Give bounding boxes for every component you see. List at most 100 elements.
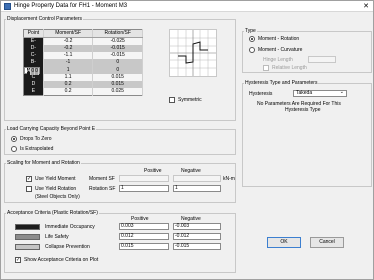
point-cell: D xyxy=(23,80,44,89)
chevron-down-icon: ⌄ xyxy=(339,89,344,95)
relative-length-checkbox[interactable] xyxy=(263,65,269,71)
rotation-cell[interactable]: -0.015 xyxy=(92,45,143,53)
rotation-cell[interactable]: 0 xyxy=(34,67,39,75)
is-extrapolated-label: Is Extrapolated xyxy=(20,146,54,152)
moment-cell[interactable]: -0.2 xyxy=(43,37,94,45)
immediate-occupancy-label: Immediate Occupancy xyxy=(45,224,95,230)
symmetric-checkbox[interactable] xyxy=(169,97,175,103)
hysteresis-select[interactable]: Takeda ⌄ xyxy=(293,90,347,97)
hinge-property-dialog: Hinge Property Data for FH1 - Moment M3 … xyxy=(0,0,374,280)
hinge-curve-svg xyxy=(170,30,216,76)
table-row[interactable]: C 1.1 0.015 xyxy=(23,73,143,81)
hysteresis-group-label: Hysteresis Type and Parameters xyxy=(244,80,319,86)
moment-cell[interactable]: -0.2 xyxy=(43,45,94,53)
cancel-button[interactable]: Cancel xyxy=(310,237,344,248)
hinge-length-input[interactable] xyxy=(308,56,336,63)
check-mark-icon: ✓ xyxy=(16,257,21,263)
rotation-cell[interactable]: 0.015 xyxy=(92,80,143,89)
hysteresis-field-label: Hysteresis xyxy=(249,91,273,97)
use-yield-rotation-checkbox[interactable] xyxy=(26,186,32,192)
moment-cell[interactable]: 0 xyxy=(30,67,36,75)
collapse-prevention-negative-input[interactable]: -0.015 xyxy=(173,243,221,250)
displacement-table[interactable]: Point Moment/SF Rotation/SF E- -0.2 -0.025… xyxy=(23,29,143,97)
drops-to-zero-radio[interactable] xyxy=(11,136,17,142)
hinge-curve-plot xyxy=(169,29,217,77)
check-mark-icon: ✓ xyxy=(27,176,32,182)
ok-button[interactable]: OK xyxy=(267,237,301,248)
point-cell: B- xyxy=(23,59,44,67)
point-cell: C xyxy=(23,73,44,81)
point-cell: D- xyxy=(23,45,44,53)
moment-curvature-label: Moment - Curvature xyxy=(258,47,303,53)
show-acceptance-label: Show Acceptance Criteria on Plot xyxy=(24,257,99,263)
moment-cell[interactable]: -1.1 xyxy=(43,52,94,60)
dialog-title: Hinge Property Data for FH1 - Moment M3 xyxy=(14,3,128,9)
scaling-positive-header: Positive xyxy=(144,168,162,174)
table-row[interactable]: C- -1.1 -0.015 xyxy=(23,52,143,60)
moment-units-label: kN-m xyxy=(223,176,235,182)
table-row[interactable]: B- -1 0 xyxy=(23,59,143,67)
acceptance-negative-header: Negative xyxy=(181,216,201,222)
moment-curvature-radio[interactable] xyxy=(249,47,255,53)
hysteresis-note-line2: Hysteresis Type xyxy=(285,107,321,113)
life-safety-negative-input[interactable]: -0.012 xyxy=(173,233,221,240)
displacement-group-label: Displacement Control Parameters xyxy=(6,16,84,22)
moment-sf-label: Moment SF xyxy=(89,176,115,182)
immediate-occupancy-positive-input[interactable]: 0.003 xyxy=(119,223,169,230)
hysteresis-group xyxy=(242,83,372,187)
moment-sf-positive-input[interactable] xyxy=(119,175,169,182)
moment-cell[interactable]: 0.2 xyxy=(43,88,94,96)
rotation-sf-positive-input[interactable]: 1 xyxy=(119,185,169,192)
steel-only-label: (Steel Objects Only) xyxy=(35,194,80,200)
acceptance-group-label: Acceptance Criteria (Plastic Rotation/SF… xyxy=(6,210,99,216)
collapse-prevention-label: Collapse Prevention xyxy=(45,244,90,250)
column-header-point: Point xyxy=(23,29,44,38)
rotation-sf-label: Rotation SF xyxy=(89,186,116,192)
table-row[interactable]: B10 xyxy=(23,66,143,74)
moment-sf-negative-input[interactable] xyxy=(173,175,221,182)
table-row[interactable]: E 0.2 0.025 xyxy=(23,88,143,96)
type-group-label: Type xyxy=(244,28,257,34)
collapse-prevention-swatch[interactable] xyxy=(15,244,40,250)
rotation-cell[interactable]: -0.015 xyxy=(92,52,143,60)
scaling-group-label: Scaling for Moment and Rotation xyxy=(6,160,81,166)
table-row[interactable]: A00 xyxy=(24,66,40,75)
close-icon[interactable]: ✕ xyxy=(363,2,369,10)
scaling-negative-header: Negative xyxy=(181,168,201,174)
table-row[interactable]: D 0.2 0.015 xyxy=(23,80,143,89)
point-cell: C- xyxy=(23,52,44,60)
table-row[interactable]: E- -0.2 -0.025 xyxy=(23,37,143,45)
moment-cell[interactable]: 1.1 xyxy=(43,73,94,81)
immediate-occupancy-swatch[interactable] xyxy=(15,224,40,230)
hinge-length-label: Hinge Length xyxy=(263,57,293,63)
point-cell: E xyxy=(23,88,44,96)
is-extrapolated-radio[interactable] xyxy=(11,146,17,152)
rotation-cell[interactable]: -0.025 xyxy=(92,37,143,45)
use-yield-rotation-label: Use Yield Rotation xyxy=(35,186,77,192)
app-icon xyxy=(4,3,11,10)
life-safety-positive-input[interactable]: 0.012 xyxy=(119,233,169,240)
moment-rotation-radio[interactable] xyxy=(249,36,255,42)
drops-to-zero-label: Drops To Zero xyxy=(20,136,52,142)
rotation-cell[interactable]: 0.015 xyxy=(92,73,143,81)
load-capacity-group-label: Load Carrying Capacity Beyond Point E xyxy=(6,126,97,132)
acceptance-positive-header: Positive xyxy=(131,216,149,222)
rotation-cell[interactable]: 0 xyxy=(92,59,143,67)
hysteresis-value: Takeda xyxy=(296,90,313,96)
relative-length-label: Relative Length xyxy=(272,65,307,71)
rotation-cell[interactable]: 0.025 xyxy=(92,88,143,96)
use-yield-moment-label: Use Yield Moment xyxy=(35,176,76,182)
column-header-moment: Moment/SF xyxy=(43,29,94,38)
rotation-cell[interactable]: 0 xyxy=(92,66,143,74)
table-row[interactable]: D- -0.2 -0.015 xyxy=(23,45,143,53)
moment-cell[interactable]: 0.2 xyxy=(43,80,94,89)
life-safety-swatch[interactable] xyxy=(15,234,40,240)
moment-cell[interactable]: 1 xyxy=(43,66,94,74)
use-yield-moment-checkbox[interactable]: ✓ xyxy=(26,176,32,182)
immediate-occupancy-negative-input[interactable]: -0.003 xyxy=(173,223,221,230)
rotation-sf-negative-input[interactable]: 1 xyxy=(173,185,221,192)
point-cell: E- xyxy=(23,37,44,45)
moment-cell[interactable]: -1 xyxy=(43,59,94,67)
collapse-prevention-positive-input[interactable]: 0.015 xyxy=(119,243,169,250)
show-acceptance-checkbox[interactable]: ✓ xyxy=(15,257,21,263)
